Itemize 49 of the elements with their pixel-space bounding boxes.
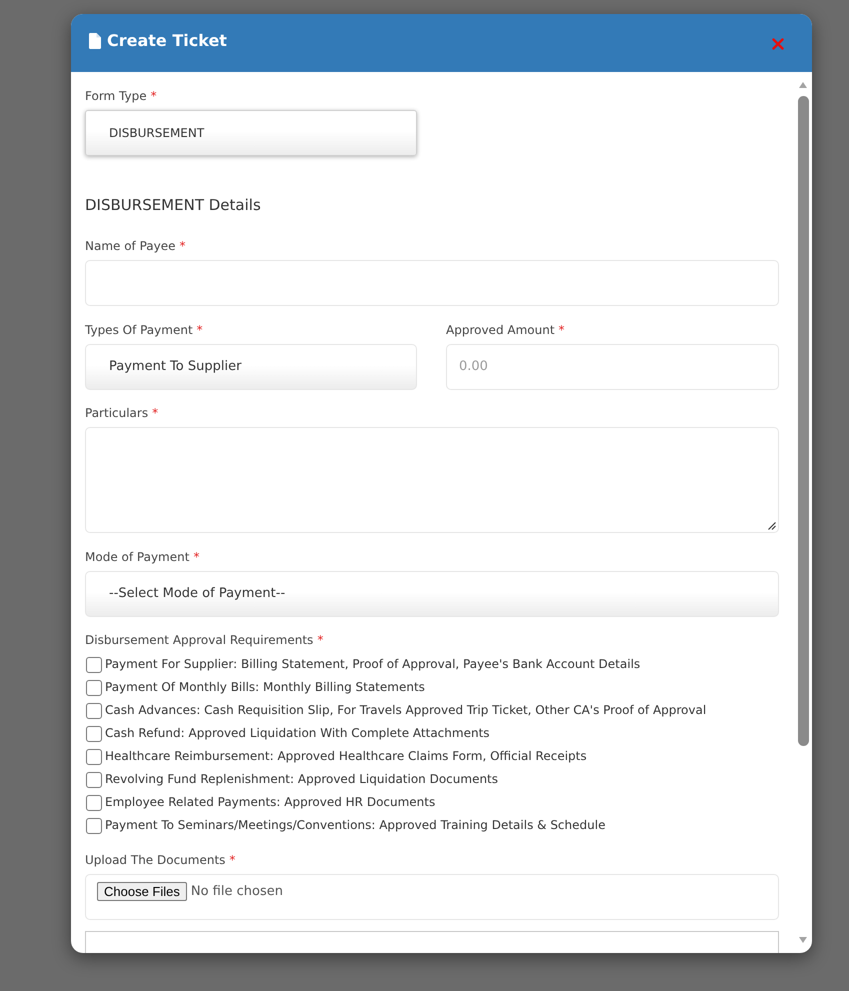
section-heading: DISBURSEMENT Details bbox=[85, 195, 262, 216]
field-label: Mode of Payment bbox=[85, 548, 190, 566]
select-field[interactable]: Payment To Supplier bbox=[85, 344, 417, 390]
select-field[interactable]: --Select Mode of Payment-- bbox=[85, 570, 779, 616]
checkbox[interactable] bbox=[86, 795, 102, 811]
checkbox[interactable] bbox=[86, 818, 102, 834]
required-mark: * bbox=[196, 322, 203, 338]
checkbox-label: Payment To Seminars/Meetings/Conventions: Approved Training Details & Schedule bbox=[105, 816, 606, 832]
required-mark: * bbox=[229, 852, 236, 868]
checkbox[interactable] bbox=[86, 680, 102, 696]
field-label: Particulars bbox=[85, 405, 148, 422]
required-mark: * bbox=[150, 88, 157, 105]
checkbox[interactable] bbox=[86, 749, 102, 765]
field-label: Name of Payee bbox=[85, 238, 176, 255]
field-label: Upload The Documents bbox=[85, 852, 226, 868]
required-mark: * bbox=[193, 548, 200, 566]
checkbox-label: Healthcare Reimbursement: Approved Healthcare Claims Form, Official Receipts bbox=[105, 748, 587, 764]
required-mark: * bbox=[317, 632, 324, 649]
input-field[interactable] bbox=[85, 931, 779, 953]
checkbox[interactable] bbox=[86, 726, 102, 742]
checkbox[interactable] bbox=[86, 703, 102, 719]
document-icon bbox=[89, 33, 101, 49]
checkbox-label: Employee Related Payments: Approved HR Documents bbox=[105, 794, 436, 810]
scrollbar-thumb[interactable] bbox=[798, 96, 808, 746]
checkbox-label: Revolving Fund Replenishment: Approved Liquidation Documents bbox=[105, 770, 498, 786]
checkbox-label: Payment Of Monthly Bills: Monthly Billing Statements bbox=[105, 678, 425, 694]
required-mark: * bbox=[180, 238, 186, 255]
required-mark: * bbox=[558, 322, 565, 338]
checkbox[interactable] bbox=[86, 772, 102, 788]
modal-title: Create Ticket bbox=[107, 31, 227, 51]
form-type-select[interactable]: DISBURSEMENT bbox=[85, 110, 417, 156]
field-label: Form Type bbox=[85, 88, 147, 105]
required-mark: * bbox=[152, 405, 158, 422]
checkbox[interactable] bbox=[86, 657, 102, 673]
checkbox-label: Cash Refund: Approved Liquidation With Complete Attachments bbox=[105, 724, 490, 740]
textarea-field[interactable] bbox=[85, 427, 779, 533]
file-status-text: No file chosen bbox=[190, 882, 283, 900]
input-field[interactable]: 0.00 bbox=[446, 344, 779, 390]
resize-grip-icon[interactable] bbox=[768, 522, 776, 530]
field-label: Approved Amount bbox=[446, 322, 555, 338]
input-field[interactable] bbox=[85, 260, 779, 306]
scroll-down-icon[interactable] bbox=[799, 937, 807, 943]
field-label: Disbursement Approval Requirements bbox=[85, 632, 314, 649]
checkbox-label: Payment For Supplier: Billing Statement, Proof of Approval, Payee's Bank Account Details bbox=[105, 656, 640, 672]
file-upload-field[interactable]: Choose Files No file chosen bbox=[85, 874, 779, 920]
scroll-up-icon[interactable] bbox=[799, 82, 807, 88]
checkbox-label: Cash Advances: Cash Requisition Slip, For Travels Approved Trip Ticket, Other CA's Proof of Approval bbox=[105, 702, 706, 718]
choose-files-button[interactable]: Choose Files bbox=[97, 882, 187, 900]
field-label: Types Of Payment bbox=[85, 322, 193, 338]
